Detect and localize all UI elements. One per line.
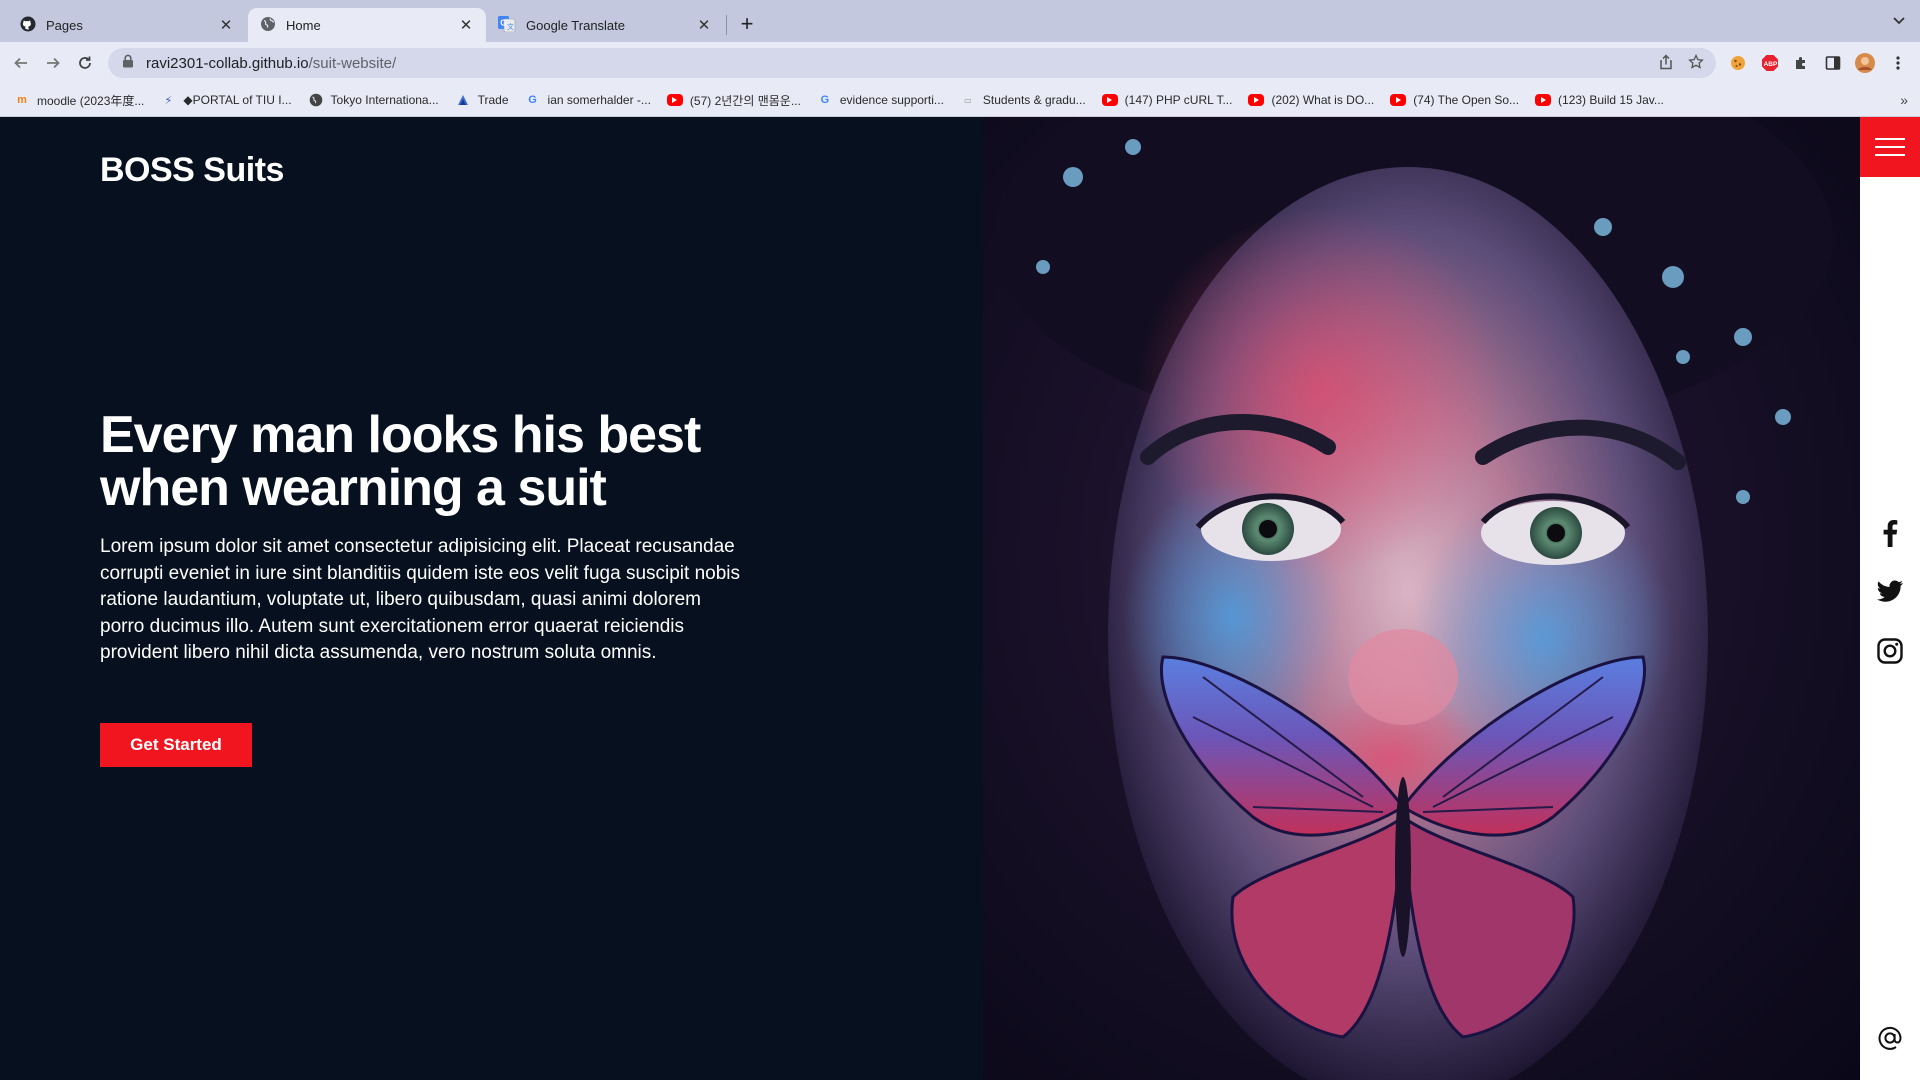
arrow-right-icon — [47, 57, 60, 69]
google-icon: G — [528, 94, 537, 106]
url-host: ravi2301-collab.github.io — [146, 54, 309, 72]
close-icon[interactable]: ✕ — [458, 16, 474, 34]
svg-text:文: 文 — [507, 22, 514, 31]
instagram-icon[interactable] — [1860, 638, 1920, 664]
address-bar[interactable]: ravi2301-collab.github.io/suit-website/ — [108, 48, 1716, 78]
svg-text:G: G — [500, 18, 506, 27]
star-icon[interactable] — [1688, 53, 1704, 75]
bookmark-label: Students & gradu... — [982, 93, 1086, 107]
globe-icon — [260, 16, 276, 35]
site-icon: ▭ — [964, 95, 972, 105]
bookmark-label: (202) What is DO... — [1271, 93, 1375, 107]
google-translate-icon: G文 — [498, 15, 516, 35]
youtube-icon — [1535, 94, 1552, 106]
bookmark-item[interactable]: Trade — [455, 92, 509, 108]
reload-button[interactable] — [74, 52, 96, 74]
chevron-down-icon[interactable] — [1892, 13, 1906, 32]
bookmark-label: ◆PORTAL of TIU I... — [183, 93, 292, 107]
side-panel-icon[interactable] — [1823, 53, 1843, 73]
back-button[interactable] — [10, 52, 32, 74]
tab-title: Google Translate — [526, 17, 626, 33]
hero-text-panel: BOSS Suits Every man looks his best when… — [0, 117, 983, 1080]
tab-home[interactable]: Home ✕ — [248, 8, 486, 42]
bookmark-item[interactable]: (74) The Open So... — [1390, 93, 1519, 107]
bookmark-label: Tokyo Internationa... — [330, 93, 439, 107]
youtube-icon — [1390, 94, 1407, 106]
bookmark-item[interactable]: (57) 2년간의 맨몸운... — [666, 92, 801, 109]
kebab-menu-icon[interactable] — [1888, 53, 1908, 73]
url-path: /suit-website/ — [308, 54, 397, 72]
menu-bar — [1875, 146, 1905, 148]
bookmark-label: ian somerhalder -... — [547, 93, 651, 107]
menu-bar — [1875, 154, 1905, 156]
bookmark-item[interactable]: m moodle (2023年度... — [14, 92, 144, 109]
trade-icon — [455, 92, 471, 108]
at-sign-icon[interactable] — [1860, 1025, 1920, 1051]
bookmark-label: evidence supporti... — [839, 93, 944, 107]
bookmark-item[interactable]: ▭ Students & gradu... — [960, 92, 1086, 108]
bookmark-item[interactable]: (147) PHP cURL T... — [1101, 93, 1233, 107]
youtube-icon — [666, 94, 683, 106]
portal-icon: ⚡ — [164, 94, 173, 107]
github-icon — [20, 16, 36, 35]
bookmark-label: Trade — [477, 93, 509, 107]
hamburger-menu-button[interactable] — [1860, 117, 1920, 177]
get-started-button[interactable]: Get Started — [100, 723, 252, 767]
bookmark-label: (123) Build 15 Jav... — [1558, 93, 1664, 107]
bookmarks-overflow-button[interactable]: » — [1900, 92, 1908, 108]
hero-image — [983, 117, 1860, 1080]
facebook-icon[interactable] — [1860, 519, 1920, 547]
tab-google-translate[interactable]: G文 Google Translate ✕ — [486, 8, 724, 42]
bookmark-item[interactable]: Tokyo Internationa... — [308, 92, 439, 108]
bookmark-item[interactable]: ⚡ ◆PORTAL of TIU I... — [160, 92, 292, 108]
tab-strip: Pages ✕ Home ✕ G文 Google Translate ✕ + — [0, 0, 1920, 42]
moodle-icon: m — [17, 94, 27, 106]
hero-headline: Every man looks his best when wearning a… — [100, 409, 800, 515]
youtube-icon — [1248, 94, 1265, 106]
web-page: BOSS Suits Every man looks his best when… — [0, 117, 1920, 1080]
puzzle-icon[interactable] — [1791, 53, 1811, 73]
bookmark-label: (147) PHP cURL T... — [1124, 93, 1233, 107]
bookmark-item[interactable]: Gevidence supporti... — [817, 92, 944, 108]
bookmarks-bar: m moodle (2023年度... ⚡ ◆PORTAL of TIU I... … — [0, 84, 1920, 117]
menu-bar — [1875, 138, 1905, 140]
tab-title: Home — [286, 17, 321, 33]
bookmark-item[interactable]: (123) Build 15 Jav... — [1535, 93, 1664, 107]
social-sidebar — [1860, 117, 1920, 1080]
bookmark-label: (57) 2년간의 맨몸운... — [689, 93, 801, 108]
lock-icon[interactable] — [122, 54, 134, 73]
hero-description: Lorem ipsum dolor sit amet consectetur a… — [100, 536, 740, 663]
reload-icon — [79, 56, 91, 69]
close-icon[interactable]: ✕ — [696, 16, 712, 34]
arrow-left-icon — [14, 57, 27, 69]
youtube-icon — [1101, 94, 1118, 106]
cookie-extension-icon[interactable] — [1728, 53, 1748, 73]
bookmark-item[interactable]: Gian somerhalder -... — [525, 92, 651, 108]
tab-separator — [726, 15, 727, 35]
tab-title: Pages — [46, 17, 83, 33]
butterfly-face-portrait — [993, 117, 1833, 1080]
bookmark-label: moodle (2023年度... — [37, 93, 145, 108]
share-icon[interactable] — [1658, 54, 1674, 75]
google-icon: G — [820, 94, 830, 106]
globe-icon — [308, 92, 324, 108]
svg-text:ABP: ABP — [1764, 61, 1778, 68]
close-icon[interactable]: ✕ — [218, 16, 234, 34]
url-text: ravi2301-collab.github.io/suit-website/ — [146, 55, 396, 72]
twitter-icon[interactable] — [1860, 580, 1920, 604]
tab-pages[interactable]: Pages ✕ — [8, 8, 246, 42]
browser-toolbar: ravi2301-collab.github.io/suit-website/ … — [0, 42, 1920, 84]
new-tab-button[interactable]: + — [736, 12, 758, 36]
bookmark-item[interactable]: (202) What is DO... — [1248, 93, 1374, 107]
headline-line-2: when wearning a suit — [100, 459, 607, 517]
headline-line-1: Every man looks his best — [100, 406, 701, 464]
bookmark-label: (74) The Open So... — [1413, 93, 1520, 107]
avatar[interactable] — [1855, 53, 1875, 73]
adblock-icon[interactable]: ABP — [1760, 53, 1780, 73]
forward-button[interactable] — [42, 52, 64, 74]
site-logo[interactable]: BOSS Suits — [100, 151, 284, 190]
